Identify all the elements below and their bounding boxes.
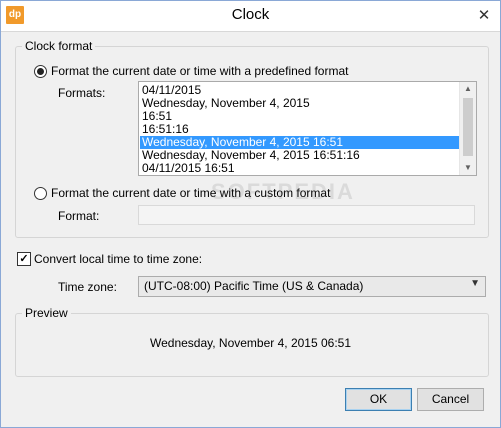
preview-text: Wednesday, November 4, 2015 06:51 bbox=[149, 336, 352, 350]
timezone-value: (UTC-08:00) Pacific Time (US & Canada) bbox=[144, 279, 364, 293]
predefined-format-label[interactable]: Format the current date or time with a p… bbox=[51, 64, 348, 78]
format-list-item[interactable]: 16:51:16 bbox=[140, 123, 460, 136]
format-list-item[interactable]: 16:51 bbox=[140, 110, 460, 123]
close-icon[interactable]: ✕ bbox=[476, 8, 492, 24]
formats-listbox[interactable]: 04/11/2015 Wednesday, November 4, 2015 16:… bbox=[138, 81, 477, 176]
clock-dialog: dp Clock ✕ Clock format Format the curre… bbox=[0, 0, 501, 428]
convert-timezone-label[interactable]: Convert local time to time zone: bbox=[34, 252, 202, 266]
ok-button[interactable]: OK bbox=[345, 388, 412, 411]
scroll-up-icon[interactable]: ▲ bbox=[460, 82, 476, 96]
formats-label: Formats: bbox=[58, 86, 106, 100]
custom-format-label[interactable]: Format the current date or time with a c… bbox=[51, 186, 330, 200]
scroll-thumb[interactable] bbox=[463, 98, 473, 156]
convert-timezone-checkbox[interactable]: ✓ bbox=[17, 252, 31, 266]
format-list-item[interactable]: Wednesday, November 4, 2015 16:51:16 bbox=[140, 149, 460, 162]
format-list-item[interactable]: 04/11/2015 16:51 bbox=[140, 162, 460, 175]
window-title: Clock bbox=[231, 6, 270, 23]
format-label: Format: bbox=[58, 209, 100, 223]
timezone-label: Time zone: bbox=[58, 280, 117, 294]
chevron-down-icon: ▼ bbox=[470, 278, 480, 289]
preview-group-title: Preview bbox=[22, 306, 71, 320]
custom-format-radio[interactable] bbox=[34, 187, 47, 200]
cancel-button[interactable]: Cancel bbox=[417, 388, 484, 411]
format-list-item[interactable]: Wednesday, November 4, 2015 bbox=[140, 97, 460, 110]
format-list-item[interactable]: 04/11/2015 bbox=[140, 84, 460, 97]
format-list-item[interactable]: Wednesday, November 4, 2015 16:51 bbox=[140, 136, 460, 149]
scroll-down-icon[interactable]: ▼ bbox=[460, 161, 476, 175]
predefined-format-radio[interactable] bbox=[34, 65, 47, 78]
clock-format-group-title: Clock format bbox=[22, 39, 96, 53]
title-bar[interactable]: dp Clock ✕ bbox=[1, 1, 500, 32]
custom-format-input[interactable] bbox=[138, 205, 475, 225]
formats-scrollbar[interactable]: ▲ ▼ bbox=[459, 82, 476, 175]
timezone-select[interactable]: (UTC-08:00) Pacific Time (US & Canada) ▼ bbox=[138, 276, 486, 297]
